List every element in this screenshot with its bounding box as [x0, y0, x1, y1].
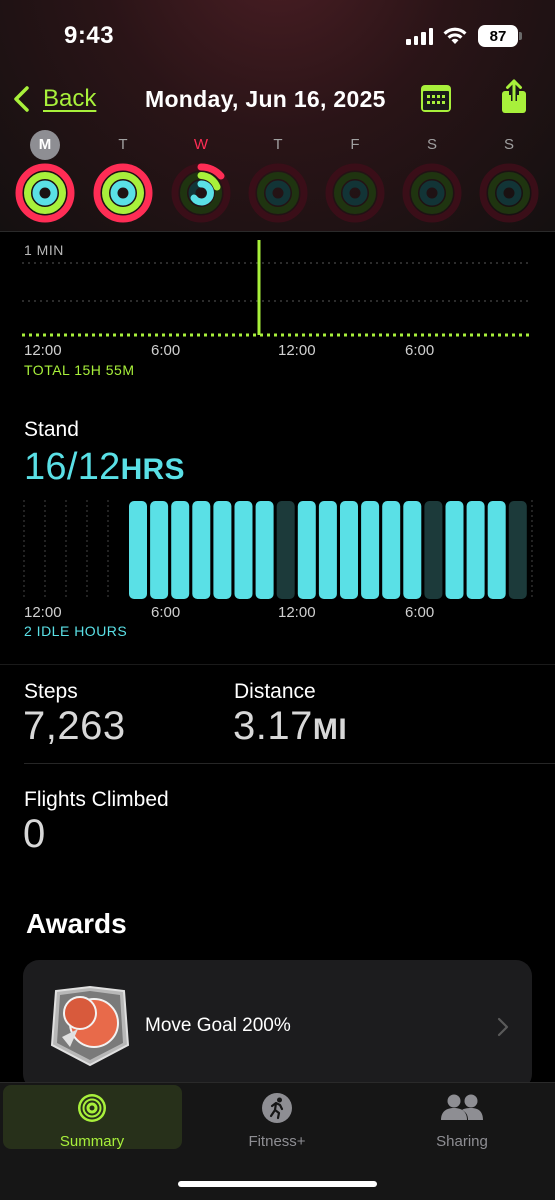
day-letter-monday[interactable]: M — [30, 130, 60, 160]
stand-x-tick-1: 12:00 — [24, 604, 62, 621]
stand-hour-bar-idle — [424, 501, 443, 599]
awards-title: Awards — [26, 908, 127, 939]
stand-hour-bar — [255, 501, 274, 599]
stand-hour-bar — [234, 501, 253, 599]
stand-x-tick-2: 6:00 — [151, 604, 181, 621]
activity-rings-monday[interactable] — [14, 162, 76, 224]
flights-climbed-label: Flights Climbed — [24, 788, 169, 811]
stand-hour-bar — [297, 501, 316, 599]
stand-x-tick-3: 12:00 — [278, 604, 316, 621]
stand-hour-bar — [487, 501, 506, 599]
exercise-x-tick-1: 12:00 — [24, 342, 62, 359]
activity-rings-thursday[interactable] — [247, 162, 309, 224]
header-divider — [0, 231, 555, 232]
day-letter-saturday[interactable]: S — [417, 136, 447, 153]
back-button[interactable]: Back — [43, 85, 96, 113]
chevron-left-icon[interactable] — [12, 86, 32, 112]
battery-level: 87 — [478, 25, 518, 47]
cellular-signal-icon — [406, 28, 433, 45]
stand-title: Stand — [24, 418, 79, 441]
stand-value-number: 16/12 — [24, 446, 121, 488]
day-letter-wednesday[interactable]: W — [186, 136, 216, 153]
page-title: Monday, Jun 16, 2025 — [145, 86, 386, 112]
stand-divider — [0, 664, 555, 665]
battery-tip — [519, 32, 522, 40]
stand-value: 16/12HRS — [24, 446, 185, 489]
stand-hour-bar — [150, 501, 169, 599]
exercise-x-tick-2: 6:00 — [151, 342, 181, 359]
activity-rings-saturday[interactable] — [401, 162, 463, 224]
distance-value-number: 3.17 — [233, 704, 313, 748]
calendar-icon[interactable] — [420, 83, 452, 113]
day-letter-thursday[interactable]: T — [263, 136, 293, 153]
day-letter-sunday[interactable]: S — [494, 136, 524, 153]
distance-value-unit: MI — [312, 713, 348, 746]
distance-label: Distance — [234, 680, 316, 703]
stand-value-unit: HRS — [120, 453, 185, 486]
award-label[interactable]: Move Goal 200% — [145, 1015, 291, 1037]
stand-hour-bar — [361, 501, 380, 599]
stand-hour-bar-idle — [276, 501, 295, 599]
steps-label: Steps — [24, 680, 78, 703]
tab-sharing[interactable]: Sharing — [392, 1133, 532, 1150]
activity-rings-friday[interactable] — [324, 162, 386, 224]
wifi-icon — [443, 27, 467, 44]
fitness-plus-runner-icon[interactable] — [261, 1092, 293, 1124]
stand-hour-bar — [403, 501, 422, 599]
steps-value: 7,263 — [23, 704, 126, 748]
tab-fitness-plus[interactable]: Fitness+ — [207, 1133, 347, 1150]
tab-summary[interactable]: Summary — [22, 1133, 162, 1150]
stand-x-tick-4: 6:00 — [405, 604, 435, 621]
stand-idle-label: 2 IDLE HOURS — [24, 623, 128, 639]
share-icon[interactable] — [500, 79, 528, 115]
stand-hour-bar — [192, 501, 211, 599]
status-time: 9:43 — [64, 22, 115, 49]
stand-hour-bar — [382, 501, 401, 599]
stand-hour-bar — [466, 501, 485, 599]
flights-climbed-value: 0 — [23, 812, 46, 856]
day-letter-tuesday[interactable]: T — [108, 136, 138, 153]
stand-hour-bar — [129, 501, 147, 599]
exercise-chart — [22, 240, 532, 337]
chevron-right-icon[interactable] — [497, 1017, 509, 1037]
exercise-x-tick-3: 12:00 — [278, 342, 316, 359]
sharing-people-icon[interactable] — [440, 1092, 484, 1124]
activity-rings-wednesday[interactable] — [170, 162, 232, 224]
metrics-divider — [24, 763, 555, 764]
stand-hour-bar-idle — [508, 501, 527, 599]
move-goal-200-badge-icon — [50, 985, 130, 1067]
stand-hour-bar — [318, 501, 337, 599]
day-letter-friday[interactable]: F — [340, 136, 370, 153]
stand-hour-bar — [213, 501, 232, 599]
stand-hour-bar — [171, 501, 190, 599]
exercise-total-label: TOTAL 15H 55M — [24, 362, 135, 378]
stand-hour-bar — [340, 501, 358, 599]
stand-hour-bar — [445, 501, 464, 599]
exercise-x-tick-4: 6:00 — [405, 342, 435, 359]
activity-rings-tuesday[interactable] — [92, 162, 154, 224]
stand-chart — [23, 500, 533, 600]
distance-value: 3.17MI — [233, 704, 347, 749]
summary-rings-icon[interactable] — [76, 1092, 108, 1124]
activity-rings-sunday[interactable] — [478, 162, 540, 224]
home-indicator — [178, 1181, 377, 1187]
